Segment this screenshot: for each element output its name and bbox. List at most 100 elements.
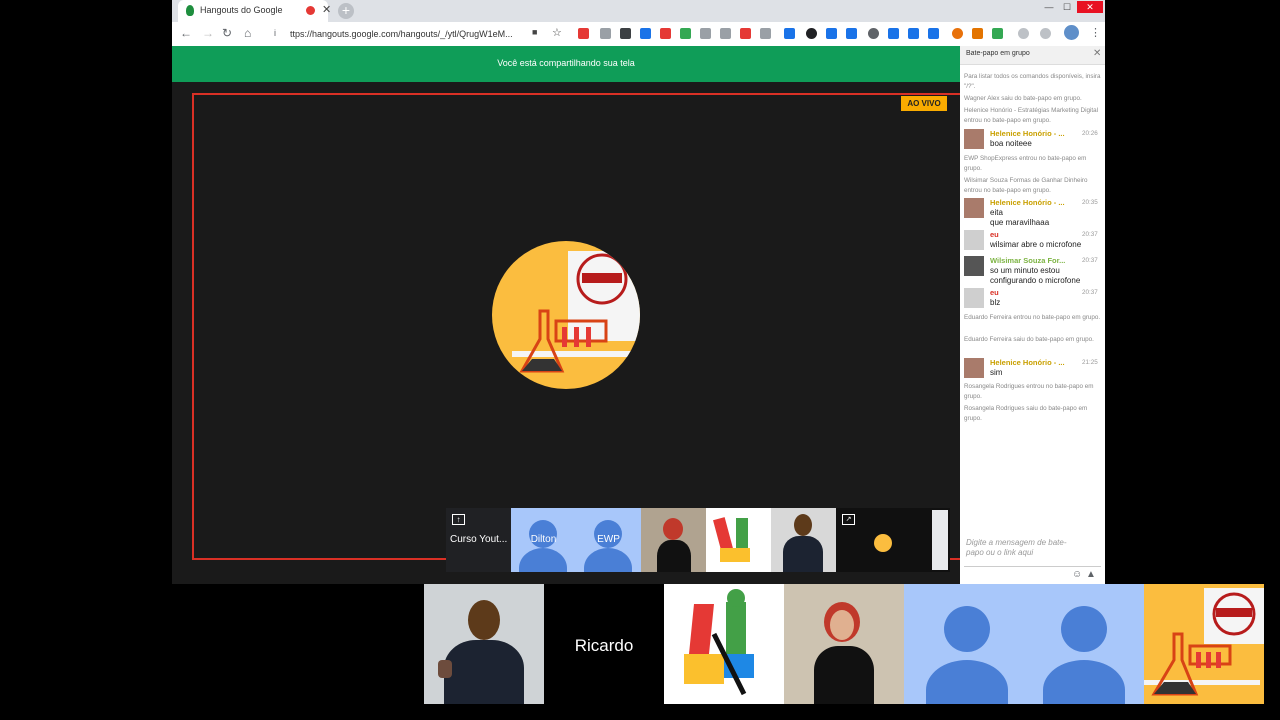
extension-download-icon[interactable] (826, 28, 837, 39)
extension-check-icon[interactable] (760, 28, 771, 39)
sender-avatar (964, 256, 984, 276)
message-time: 20:37 (1082, 257, 1098, 264)
message-text: que maravilhaaa (990, 218, 1050, 227)
filmstrip-label: Dilton (530, 534, 557, 545)
camera-icon[interactable]: ■ (532, 27, 537, 37)
extension-code-icon[interactable] (720, 28, 731, 39)
url-text: ttps://hangouts.google.com/hangouts/_/yt… (290, 29, 513, 39)
chat-close-icon[interactable]: ✕ (1093, 48, 1101, 59)
person-body-icon (1043, 660, 1125, 704)
extension-blue-icon[interactable] (784, 28, 795, 39)
extension-gmail-icon[interactable] (620, 28, 631, 39)
message-text: blz (990, 298, 1001, 307)
extension-eye-icon[interactable] (888, 28, 899, 39)
message-text: so um minuto estou (990, 266, 1060, 275)
system-message: Wilsimar Souza Formas de Ganhar Dinheiro… (964, 177, 1088, 194)
address-bar[interactable]: i ttps://hangouts.google.com/hangouts/_/… (272, 25, 572, 43)
mini-avatar (874, 534, 892, 552)
hangouts-favicon-icon (186, 5, 194, 16)
sender-name: Wilsimar Souza For... (990, 256, 1066, 265)
participant-photo (663, 518, 683, 540)
participant-photo-body (444, 640, 524, 704)
participant-tile-ricardo[interactable]: Ricardo (544, 584, 664, 704)
message-text: eita (990, 208, 1003, 217)
menu-icon[interactable]: ⋮ (1090, 26, 1101, 39)
message-text: wilsimar abre o microfone (990, 240, 1082, 249)
sender-name: Helenice Honório - ... (990, 358, 1065, 367)
participant-tile-logo[interactable] (664, 584, 784, 704)
bookmark-star-icon[interactable]: ☆ (552, 26, 562, 39)
message-time: 20:37 (1082, 231, 1098, 238)
extension-new-icon[interactable] (578, 28, 589, 39)
forward-icon[interactable]: → (202, 26, 214, 40)
filmstrip-label: EWP (597, 534, 620, 545)
filmstrip-tile-ewp[interactable]: EWP (576, 508, 641, 572)
sender-name: eu (990, 230, 999, 239)
filmstrip-label: Curso Yout... (450, 534, 508, 545)
sender-avatar (964, 198, 984, 218)
filmstrip-tile-curso[interactable]: ↑ Curso Yout... (446, 508, 511, 572)
participant-tile-helenice[interactable] (784, 584, 904, 704)
filmstrip-tile-ricardo[interactable] (771, 508, 836, 572)
message-time: 20:26 (1082, 130, 1098, 137)
chat-header: Bate-papo em grupo ✕ (960, 46, 1105, 65)
image-attach-icon[interactable]: ▲ (1086, 569, 1096, 580)
system-message: Eduardo Ferreira saiu do bate-papo em gr… (964, 336, 1094, 343)
extension-flame-icon[interactable] (972, 28, 983, 39)
chat-message-input[interactable]: Digite a mensagem de bate-papo ou o link… (964, 536, 1101, 567)
participant-photo (794, 514, 812, 536)
extension-orange-icon[interactable] (952, 28, 963, 39)
extension-youtube-icon[interactable] (660, 28, 671, 39)
participant-face (830, 610, 854, 640)
extension-iq-icon[interactable] (908, 28, 919, 39)
system-message: Helenice Honório - Estratégias Marketing… (964, 107, 1099, 124)
extension-grey-icon[interactable] (1018, 28, 1029, 39)
extension-drop-icon[interactable] (806, 28, 817, 39)
person-body-icon (519, 548, 567, 572)
extension-puzzle-icon[interactable] (680, 28, 691, 39)
filmstrip-tile-helenice[interactable] (641, 508, 706, 572)
home-icon[interactable]: ⌂ (244, 26, 251, 40)
extension-pen-icon[interactable] (640, 28, 651, 39)
participant-tile-unknown[interactable] (904, 584, 1144, 704)
sender-avatar (964, 230, 984, 250)
participant-photo-body (657, 540, 691, 572)
extension-circle-icon[interactable] (868, 28, 879, 39)
sender-avatar (964, 129, 984, 149)
logo-shape (720, 548, 750, 562)
sender-avatar (964, 358, 984, 378)
extension-grey2-icon[interactable] (1040, 28, 1051, 39)
tab-close-icon[interactable]: ✕ (322, 3, 331, 16)
maximize-button[interactable]: ☐ (1058, 1, 1076, 13)
extension-s-icon[interactable] (700, 28, 711, 39)
filmstrip-tile-dilton[interactable]: Dilton (511, 508, 576, 572)
extension-arrow-icon[interactable] (740, 28, 751, 39)
minimize-button[interactable]: — (1040, 1, 1058, 13)
extension-gear-icon[interactable] (600, 28, 611, 39)
back-icon[interactable]: ← (180, 26, 192, 40)
filmstrip-tile-logo[interactable] (706, 508, 771, 572)
person-body-icon (584, 548, 632, 572)
extension-box-icon[interactable] (846, 28, 857, 39)
chat-title: Bate-papo em grupo (966, 50, 1030, 57)
profile-avatar[interactable] (1064, 25, 1079, 40)
lab-flask-logo-icon (1144, 588, 1264, 696)
emoji-icon[interactable]: ☺ (1072, 569, 1082, 580)
live-badge: AO VIVO (901, 96, 947, 111)
browser-tab[interactable]: Hangouts do Google ✕ (178, 0, 331, 22)
reload-icon[interactable]: ↻ (222, 26, 232, 40)
participant-tile-ricardo-video[interactable] (424, 584, 544, 704)
extension-lines-icon[interactable] (928, 28, 939, 39)
tab-title: Hangouts do Google (200, 5, 283, 15)
system-message: Para listar todos os comandos disponívei… (964, 73, 1101, 90)
browser-toolbar: ← → ↻ ⌂ i ttps://hangouts.google.com/han… (172, 22, 1105, 46)
window-close-button[interactable]: ✕ (1077, 1, 1103, 13)
extension-green-icon[interactable] (992, 28, 1003, 39)
recording-indicator-icon (306, 6, 315, 15)
filmstrip-tile-screenshare[interactable]: ↗ (836, 508, 950, 572)
new-tab-button[interactable]: + (338, 3, 354, 19)
screen-share-frame (192, 93, 1072, 560)
lock-icon: i (274, 28, 276, 38)
participant-name: Ricardo (574, 636, 634, 655)
participant-tile-lab[interactable] (1144, 584, 1264, 704)
